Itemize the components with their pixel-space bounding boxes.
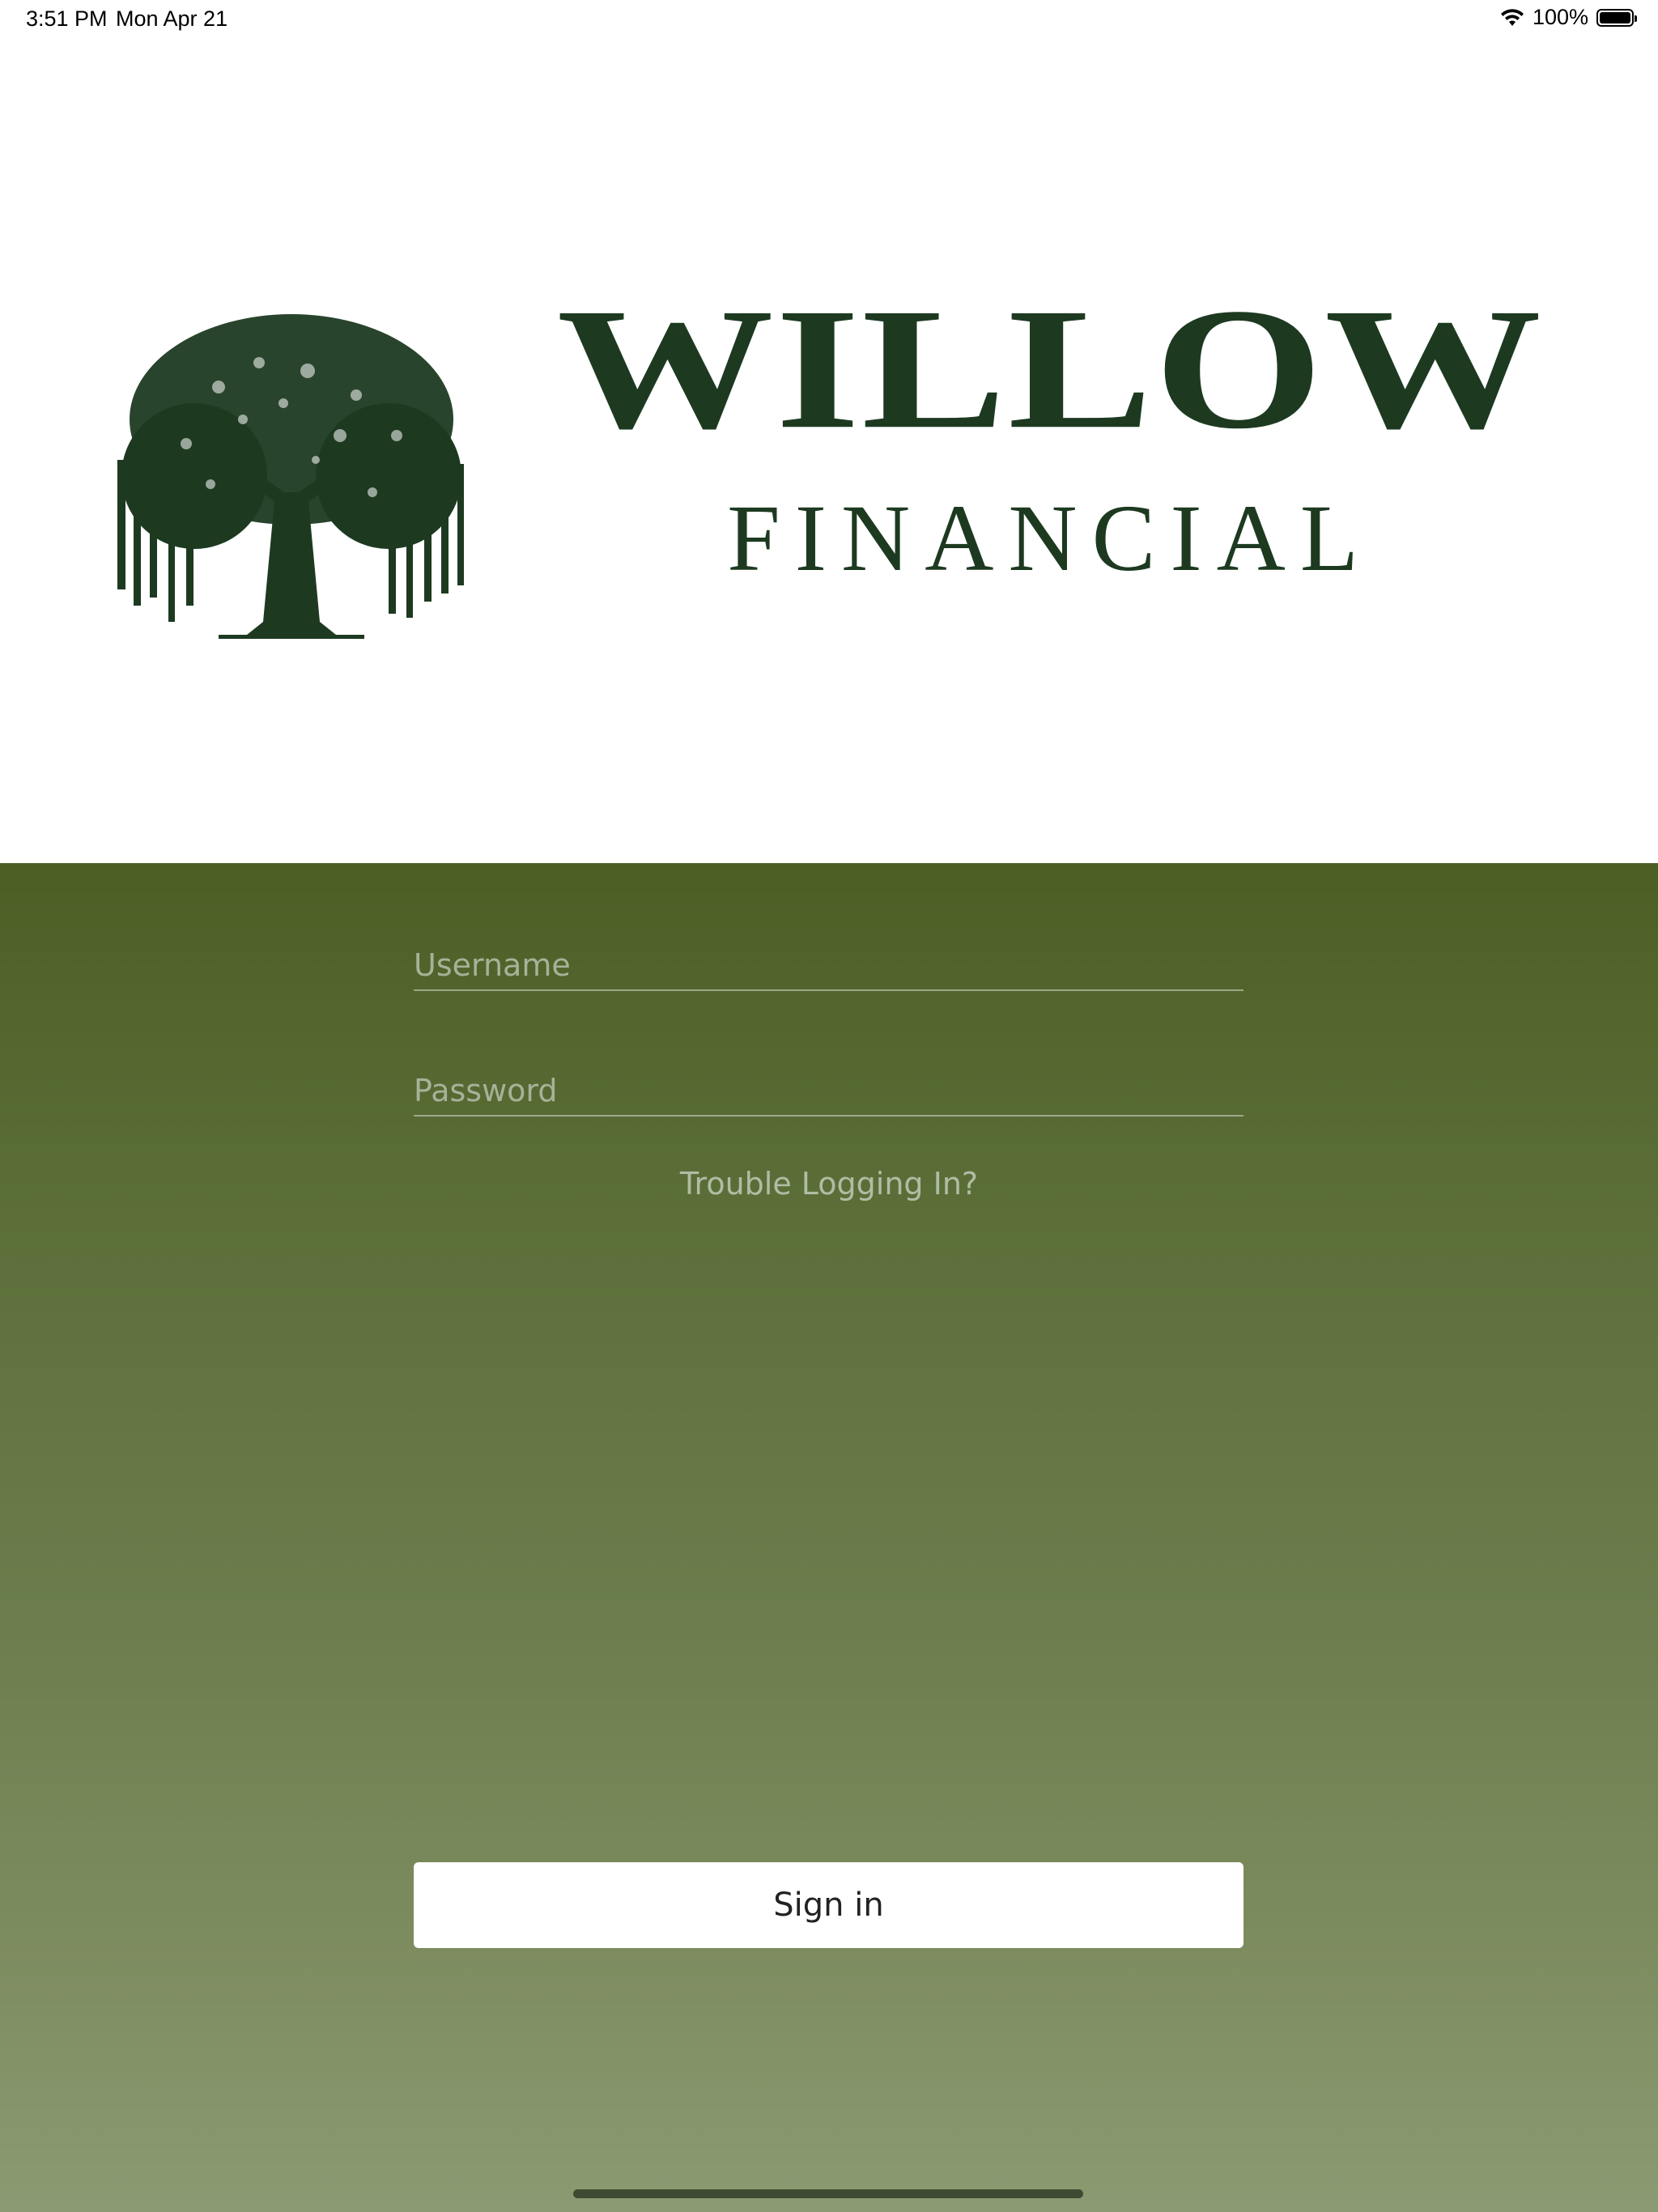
username-field: [414, 921, 1244, 991]
trouble-logging-in-link[interactable]: Trouble Logging In?: [0, 1166, 1658, 1202]
password-input[interactable]: [414, 1073, 1244, 1108]
home-indicator[interactable]: [573, 2189, 1083, 2198]
username-input[interactable]: [414, 947, 1244, 983]
battery-percent: 100%: [1532, 5, 1588, 29]
sign-in-button[interactable]: Sign in: [414, 1862, 1244, 1948]
login-panel: Trouble Logging In? Sign in: [0, 863, 1658, 2212]
status-time: 3:51 PM: [26, 6, 108, 31]
battery-icon: [1596, 8, 1637, 27]
logo-area: WILLOW FINANCIAL: [0, 39, 1658, 863]
status-bar: 3:51 PM Mon Apr 21 100%: [0, 0, 1658, 39]
brand-wordmark: WILLOW FINANCIAL: [544, 282, 1556, 586]
login-screen: 3:51 PM Mon Apr 21 100% WILLOW FINANCIAL…: [0, 0, 1658, 2212]
status-indicators: 100%: [1500, 5, 1637, 30]
brand-tagline: FINANCIAL: [727, 485, 1373, 591]
brand-name: WILLOW: [556, 272, 1544, 465]
wifi-icon: [1500, 8, 1524, 26]
willow-tree-icon: [117, 314, 464, 639]
password-field: [414, 1047, 1244, 1117]
status-date: Mon Apr 21: [116, 6, 228, 31]
